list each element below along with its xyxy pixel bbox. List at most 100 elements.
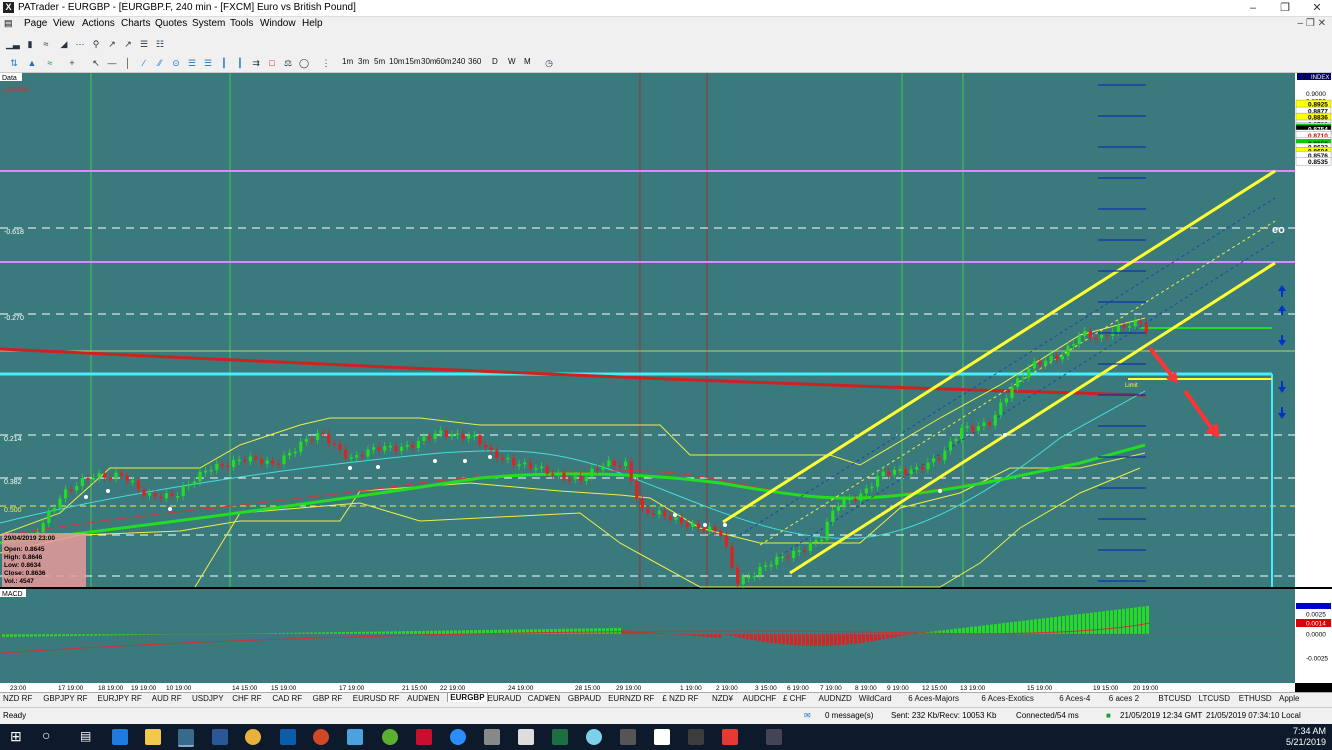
hline-icon[interactable]: ―: [106, 57, 118, 69]
calculator-icon[interactable]: [518, 729, 534, 745]
tf-10m[interactable]: 10m: [389, 57, 405, 66]
minimize-icon[interactable]: –: [1238, 1, 1268, 15]
app-gray-icon[interactable]: [484, 729, 500, 745]
symbol-tab[interactable]: EURNZD RF: [608, 694, 654, 703]
symbol-tab[interactable]: £ CHF: [783, 694, 806, 703]
cycle-icon[interactable]: ┃: [234, 57, 246, 69]
bar-chart-icon[interactable]: ▁▃: [6, 38, 20, 50]
tf-daily[interactable]: D: [492, 57, 498, 66]
arrow-up-icon[interactable]: ▲: [26, 57, 38, 69]
symbol-tab[interactable]: GBP RF: [313, 694, 343, 703]
candle-chart-icon[interactable]: ▮: [24, 38, 36, 50]
menu-charts[interactable]: Charts: [121, 18, 150, 29]
zoom-icon[interactable]: [450, 729, 466, 745]
tf-1m[interactable]: 1m: [342, 57, 353, 66]
app-black-icon[interactable]: [688, 729, 704, 745]
ellipse-icon[interactable]: ◯: [298, 57, 310, 69]
notes-icon[interactable]: [347, 729, 363, 745]
symbol-tab[interactable]: BTCUSD: [1158, 694, 1191, 703]
indicator-icon[interactable]: ↗: [106, 38, 118, 50]
gann-icon[interactable]: ⇉: [250, 57, 262, 69]
outlook-icon[interactable]: [280, 729, 296, 745]
symbol-tab[interactable]: CAD RF: [272, 694, 302, 703]
tf-weekly[interactable]: W: [508, 57, 516, 66]
tf-240[interactable]: 240: [452, 57, 465, 66]
menu-system[interactable]: System: [192, 18, 225, 29]
area-chart-icon[interactable]: ◢: [58, 38, 70, 50]
app-red-icon[interactable]: [416, 729, 432, 745]
app-dark-icon[interactable]: [620, 729, 636, 745]
symbol-tab[interactable]: AUD¥EN: [407, 694, 439, 703]
symbol-tab[interactable]: 6 Aces-Majors: [908, 694, 959, 703]
tf-15m[interactable]: 15m: [405, 57, 421, 66]
menu-tools[interactable]: Tools: [230, 18, 253, 29]
windows-start-icon[interactable]: ⊞: [10, 728, 22, 745]
vline-icon[interactable]: │: [122, 57, 134, 69]
trend-icon[interactable]: ↗: [122, 38, 134, 50]
patrader-icon[interactable]: [178, 729, 194, 747]
tf-3m[interactable]: 3m: [358, 57, 369, 66]
symbol-tab[interactable]: £ NZD RF: [662, 694, 698, 703]
symbol-tab[interactable]: 6 Aces-Exotics: [981, 694, 1033, 703]
tf-30m[interactable]: 30m: [421, 57, 437, 66]
zoom-chart-icon[interactable]: ⚲: [90, 38, 102, 50]
tf-monthly[interactable]: M: [524, 57, 531, 66]
system-clock[interactable]: 7:34 AM 5/21/2019: [1286, 726, 1326, 748]
symbol-tab[interactable]: AUDCHF: [743, 694, 776, 703]
app-blue-icon[interactable]: [586, 729, 602, 745]
line-chart-icon[interactable]: ≈: [40, 38, 52, 50]
symbol-tab[interactable]: EURAUD: [488, 694, 522, 703]
search-icon[interactable]: ○: [42, 727, 50, 743]
message-icon[interactable]: ✉: [804, 711, 811, 720]
symbol-tab[interactable]: AUD RF: [152, 694, 182, 703]
point-chart-icon[interactable]: ⋯: [74, 38, 86, 50]
doc-window-controls[interactable]: – ❐ ✕: [1298, 18, 1326, 29]
word-icon[interactable]: [212, 729, 228, 745]
channel-icon[interactable]: ∕∕: [154, 57, 166, 69]
task-view-icon[interactable]: ▤: [80, 729, 91, 743]
tf-360[interactable]: 360: [468, 57, 481, 66]
trendline-icon[interactable]: ∕: [138, 57, 150, 69]
symbol-tab[interactable]: AUDNZD: [819, 694, 852, 703]
powerpoint-icon[interactable]: [313, 729, 329, 745]
symbol-tab[interactable]: 6 aces 2: [1109, 694, 1139, 703]
chrome-icon[interactable]: [245, 729, 261, 745]
symbol-tab[interactable]: WildCard: [859, 694, 892, 703]
menu-actions[interactable]: Actions: [82, 18, 115, 29]
fib-ext-icon[interactable]: ☰: [202, 57, 214, 69]
app-green-icon[interactable]: [382, 729, 398, 745]
close-icon[interactable]: ✕: [1302, 1, 1332, 15]
symbol-tab[interactable]: 6 Aces-4: [1059, 694, 1090, 703]
text-icon[interactable]: ⚖: [282, 57, 294, 69]
symbol-tab[interactable]: EURUSD RF: [353, 694, 400, 703]
tf-60m[interactable]: 60m: [436, 57, 452, 66]
symbol-tab[interactable]: EURJPY RF: [98, 694, 142, 703]
menu-quotes[interactable]: Quotes: [155, 18, 187, 29]
arrows-icon[interactable]: ⇅: [8, 57, 20, 69]
rect-icon[interactable]: □: [266, 57, 278, 69]
symbol-tab[interactable]: NZD RF: [3, 694, 32, 703]
symbol-tab[interactable]: USDJPY: [192, 694, 224, 703]
layout-icon[interactable]: ☷: [154, 38, 166, 50]
menu-page[interactable]: Page: [24, 18, 47, 29]
doc-icon[interactable]: ▤: [4, 18, 13, 29]
app-white-icon[interactable]: [654, 729, 670, 745]
symbol-tab[interactable]: CAD¥EN: [528, 694, 560, 703]
menu-help[interactable]: Help: [302, 18, 323, 29]
menu-view[interactable]: View: [53, 18, 75, 29]
symbol-tab[interactable]: GBPAUD: [568, 694, 601, 703]
fib-fan-icon[interactable]: ⊙: [170, 57, 182, 69]
symbol-tab[interactable]: CHF RF: [232, 694, 261, 703]
symbol-tab[interactable]: EURGBP: [447, 692, 488, 702]
symbol-tab[interactable]: LTCUSD: [1199, 694, 1230, 703]
explorer-icon[interactable]: [145, 729, 161, 745]
app-s-icon[interactable]: [722, 729, 738, 745]
fib-retrace-icon[interactable]: ☰: [186, 57, 198, 69]
edge-icon[interactable]: [112, 729, 128, 745]
pointer-icon[interactable]: ↖: [90, 57, 102, 69]
more-tools-icon[interactable]: ⋮: [320, 57, 332, 69]
price-chart[interactable]: Data Locked -0.618 -0.270 0.214 0.382 0.…: [0, 73, 1332, 692]
fib-time-icon[interactable]: ┃: [218, 57, 230, 69]
photos-icon[interactable]: [766, 729, 782, 745]
wave-icon[interactable]: ≈: [44, 57, 56, 69]
